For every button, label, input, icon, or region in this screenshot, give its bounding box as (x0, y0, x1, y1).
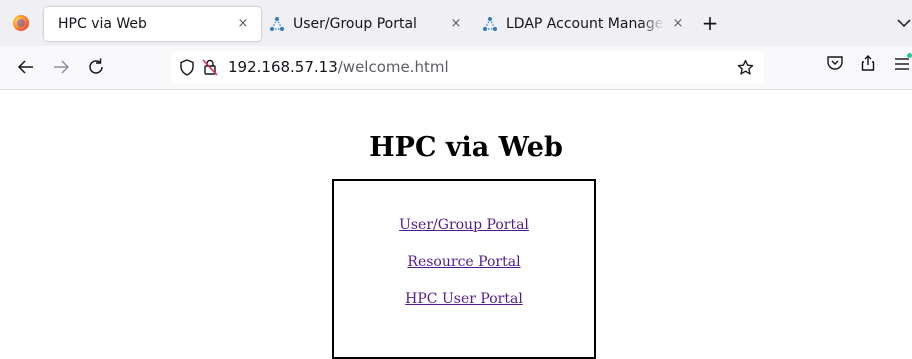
close-icon[interactable]: × (670, 16, 686, 32)
tab-ldap-account-manager[interactable]: LDAP Account Manager × (481, 7, 692, 41)
url-bar[interactable]: 192.168.57.13/welcome.html (171, 51, 764, 83)
portal-links-box: User/Group Portal Resource Portal HPC Us… (332, 179, 596, 359)
update-badge (907, 53, 912, 58)
reload-icon[interactable] (83, 54, 109, 80)
resource-portal-link[interactable]: Resource Portal (334, 254, 594, 270)
url-domain: 192.168.57.13 (228, 58, 338, 76)
user-group-portal-link[interactable]: User/Group Portal (334, 217, 594, 233)
chevron-down-icon[interactable] (895, 14, 912, 32)
tab-strip: HPC via Web × User/Group Portal × LDAP A… (0, 0, 912, 46)
bookmark-star-icon[interactable] (737, 59, 754, 76)
shield-icon[interactable] (179, 59, 195, 76)
firefox-logo-icon[interactable] (13, 15, 29, 31)
tab-user-group-portal[interactable]: User/Group Portal × (268, 7, 474, 41)
navigation-toolbar: 192.168.57.13/welcome.html (0, 46, 912, 90)
tab-title: User/Group Portal (293, 16, 417, 32)
forward-arrow-icon[interactable] (48, 54, 74, 80)
url-path: /welcome.html (337, 58, 449, 76)
tab-title: LDAP Account Manager (506, 16, 664, 32)
insecure-lock-icon[interactable] (201, 58, 219, 76)
hamburger-menu-icon[interactable] (893, 53, 912, 73)
page-title: HPC via Web (369, 132, 563, 163)
new-tab-button[interactable]: + (700, 13, 720, 34)
share-icon[interactable] (859, 54, 877, 72)
pocket-icon[interactable] (826, 55, 844, 71)
close-icon[interactable]: × (235, 16, 251, 32)
network-favicon-icon (483, 17, 497, 31)
back-arrow-icon[interactable] (13, 54, 39, 80)
close-icon[interactable]: × (448, 16, 464, 32)
tab-title: HPC via Web (58, 16, 147, 32)
url-text[interactable]: 192.168.57.13/welcome.html (228, 58, 449, 76)
network-favicon-icon (270, 17, 284, 31)
tab-hpc-via-web[interactable]: HPC via Web × (44, 7, 261, 41)
hpc-user-portal-link[interactable]: HPC User Portal (334, 291, 594, 307)
